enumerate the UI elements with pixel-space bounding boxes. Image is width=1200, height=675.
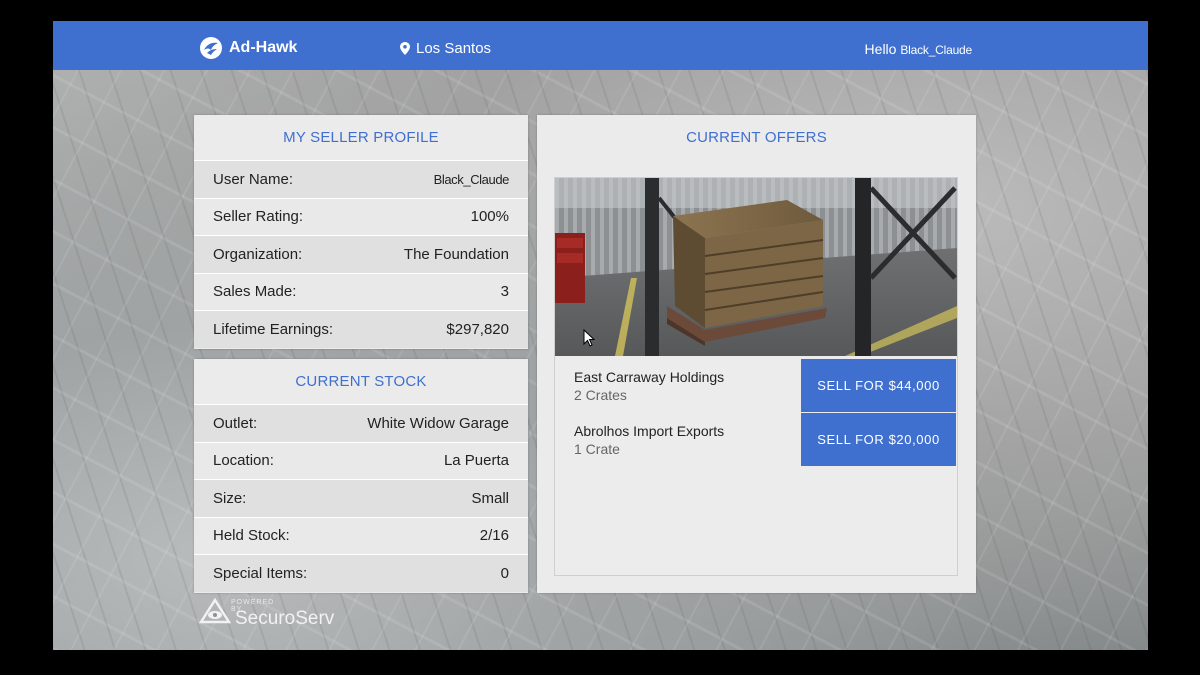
top-bar: Ad-Hawk Los Santos Hello Black_Claude [53, 21, 1148, 70]
row-value: $297,820 [446, 320, 509, 338]
row-label: User Name: [213, 170, 294, 188]
row-value: La Puerta [443, 452, 509, 470]
row-value: 0 [500, 564, 509, 582]
row-value: White Widow Garage [367, 414, 509, 432]
provider-name: SecuroServ [235, 608, 335, 629]
warehouse-crate-image [555, 178, 957, 356]
row-label: Location: [213, 452, 274, 470]
offers-list: East Carraway Holdings 2 Crates SELL FOR… [554, 177, 958, 576]
row-value: The Foundation [403, 245, 509, 263]
offer-item: Abrolhos Import Exports 1 Crate SELL FOR… [555, 413, 957, 466]
row-label: Organization: [213, 245, 303, 263]
current-offers-panel: CURRENT OFFERS East Carraway Holdings 2 … [537, 115, 976, 593]
row-label: Lifetime Earnings: [213, 320, 334, 338]
row-value: 100% [470, 208, 509, 226]
panel-title: CURRENT OFFERS [686, 129, 827, 146]
sell-button[interactable]: SELL FOR $44,000 [801, 359, 956, 412]
profile-rows: User Name: Black_Claude Seller Rating: 1… [194, 160, 528, 348]
offer-item: East Carraway Holdings 2 Crates SELL FOR… [555, 359, 957, 412]
row-value: Black_Claude [433, 171, 510, 187]
stock-row-location: Location: La Puerta [194, 441, 528, 479]
location-label: Los Santos [416, 40, 492, 57]
user-greeting: Hello Black_Claude [864, 41, 973, 57]
ad-hawk-screen: Ad-Hawk Los Santos Hello Black_Claude MY… [53, 21, 1148, 650]
offer-buyer: East Carraway Holdings [574, 369, 725, 385]
location: Los Santos [400, 40, 491, 57]
row-label: Size: [213, 489, 247, 507]
row-label: Outlet: [213, 414, 258, 432]
map-pin-icon [400, 42, 410, 55]
row-label: Seller Rating: [213, 208, 304, 226]
offer-quantity: 2 Crates [574, 387, 627, 403]
row-label: Sales Made: [213, 283, 297, 301]
profile-row-organization: Organization: The Foundation [194, 235, 528, 273]
profile-row-sales: Sales Made: 3 [194, 272, 528, 310]
stock-rows: Outlet: White Widow Garage Location: La … [194, 404, 528, 592]
greeting-text: Hello [864, 41, 897, 57]
brand[interactable]: Ad-Hawk [199, 36, 297, 60]
sell-button[interactable]: SELL FOR $20,000 [801, 413, 956, 466]
row-value: 3 [500, 283, 509, 301]
offer-quantity: 1 Crate [574, 441, 620, 457]
mouse-cursor-icon [583, 329, 595, 347]
current-stock-panel: CURRENT STOCK Outlet: White Widow Garage… [194, 359, 528, 593]
row-label: Special Items: [213, 564, 308, 582]
stock-row-special: Special Items: 0 [194, 554, 528, 592]
profile-row-earnings: Lifetime Earnings: $297,820 [194, 310, 528, 348]
ad-hawk-logo-icon [200, 37, 222, 59]
offer-buyer: Abrolhos Import Exports [574, 423, 725, 439]
profile-row-username: User Name: Black_Claude [194, 160, 528, 198]
row-value: 2/16 [479, 527, 509, 545]
stock-row-outlet: Outlet: White Widow Garage [194, 404, 528, 442]
stock-row-held: Held Stock: 2/16 [194, 516, 528, 554]
panel-title: CURRENT STOCK [295, 373, 427, 390]
securoserv-logo-icon [199, 598, 231, 624]
panel-title: MY SELLER PROFILE [283, 129, 439, 146]
brand-name: Ad-Hawk [229, 39, 298, 56]
seller-profile-panel: MY SELLER PROFILE User Name: Black_Claud… [194, 115, 528, 349]
stock-row-size: Size: Small [194, 479, 528, 517]
row-label: Held Stock: [213, 527, 290, 545]
greeting-username: Black_Claude [900, 43, 972, 57]
profile-row-rating: Seller Rating: 100% [194, 197, 528, 235]
row-value: Small [471, 489, 509, 507]
